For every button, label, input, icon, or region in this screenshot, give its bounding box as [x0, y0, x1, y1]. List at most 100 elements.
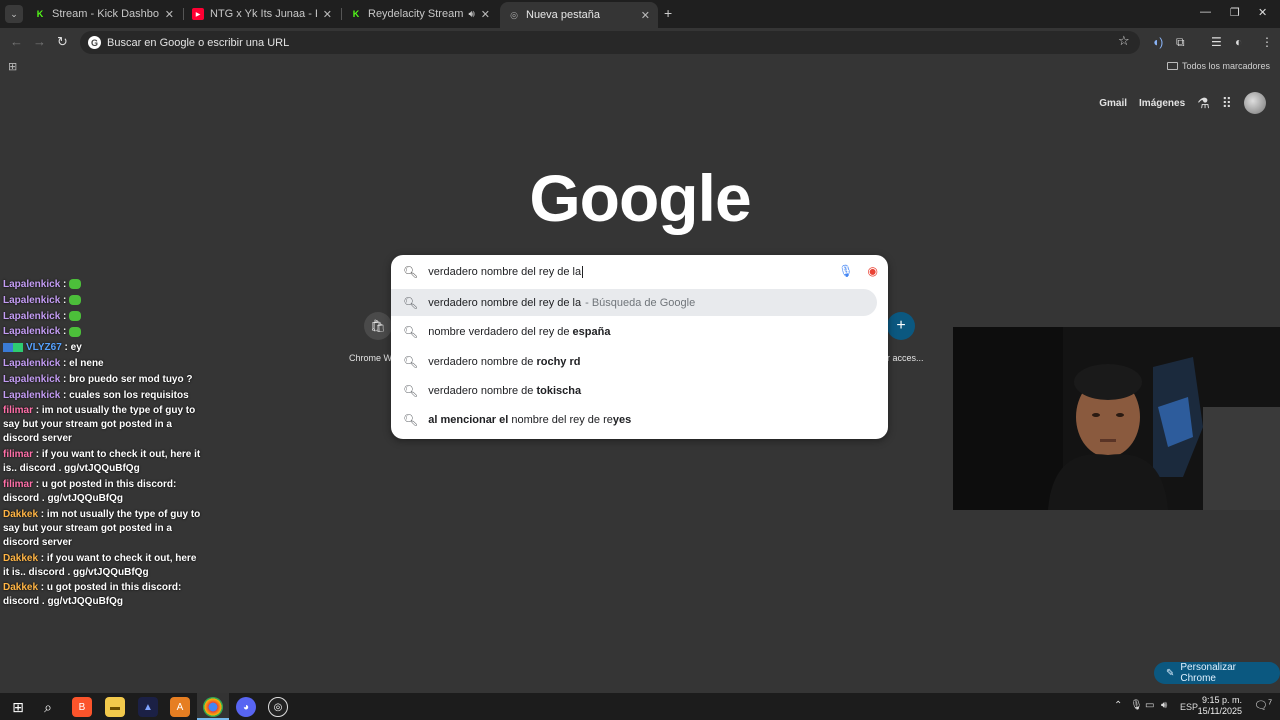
tab-search-icon[interactable]: ⌄	[5, 5, 23, 23]
tab-kick-dashboard[interactable]: K Stream - Kick Dashboard ✕	[26, 2, 182, 26]
google-lens-icon[interactable]: ◉	[868, 264, 878, 278]
customize-chrome-button[interactable]: ✎ Personalizar Chrome	[1154, 662, 1280, 684]
file-explorer-icon[interactable]: ▬	[105, 697, 125, 717]
suggestion-bold: rochy rd	[536, 355, 581, 368]
chat-separator: :	[61, 342, 71, 354]
media-cast-icon[interactable]: ◖)	[1152, 35, 1163, 49]
gmail-link[interactable]: Gmail	[1099, 98, 1127, 109]
tray-chevron-icon[interactable]: ⌃	[1114, 700, 1122, 711]
close-icon[interactable]: ✕	[641, 9, 650, 22]
chat-username[interactable]: filimar	[3, 405, 33, 416]
chat-username[interactable]: Lapalenkick	[3, 295, 60, 306]
chat-message: Lapalenkick : bro puedo ser mod tuyo ?	[3, 373, 201, 387]
window-close-icon[interactable]: ✕	[1258, 6, 1267, 19]
suggestion-bold: españa	[572, 325, 611, 338]
chat-text: el nene	[69, 357, 104, 369]
back-icon[interactable]: ←	[10, 34, 23, 49]
apps-grid-icon[interactable]: ⊞	[8, 60, 17, 73]
forward-icon[interactable]: →	[33, 34, 46, 49]
all-bookmarks-label: Todos los marcadores	[1181, 61, 1270, 71]
suggestion-item[interactable]: 🔍︎ verdadero nombre de rochy rd	[391, 348, 888, 375]
restore-icon[interactable]: ❐	[1230, 6, 1240, 19]
chat-username[interactable]: filimar	[3, 449, 33, 460]
chat-username[interactable]: Dakkek	[3, 509, 38, 520]
avatar[interactable]	[1244, 92, 1266, 114]
network-icon[interactable]: ▭	[1145, 700, 1154, 711]
chat-separator: :	[60, 389, 70, 401]
chat-username[interactable]: Lapalenkick	[3, 358, 60, 369]
kick-icon: K	[36, 9, 44, 19]
tab-title: Nueva pestaña	[526, 9, 600, 21]
tab-reydelacity[interactable]: K Reydelacity Stream - Watch 🔊︎ ✕	[342, 2, 498, 26]
emote-icon	[69, 295, 82, 306]
reading-list-icon[interactable]: ☰	[1211, 35, 1222, 49]
chat-username[interactable]: Dakkek	[3, 553, 38, 564]
search-icon[interactable]: ⌕	[38, 697, 58, 717]
tab-youtube[interactable]: ▶ NTG x Yk Its Junaa - REPEAT / M ✕	[184, 2, 340, 26]
chat-text: bro puedo ser mod tuyo ?	[69, 373, 193, 385]
chat-username[interactable]: filimar	[3, 479, 33, 490]
clock[interactable]: 9:15 p. m. 15/11/2025	[1198, 695, 1242, 717]
notification-icon[interactable]: 🗨︎7	[1254, 699, 1272, 712]
bookmark-star-icon[interactable]: ☆	[1118, 33, 1130, 49]
close-icon[interactable]: ✕	[323, 8, 332, 21]
close-icon[interactable]: ✕	[481, 8, 490, 21]
chat-message: Lapalenkick :	[3, 325, 201, 339]
volume-icon[interactable]: 🔊︎	[1161, 700, 1167, 711]
images-link[interactable]: Imágenes	[1139, 98, 1185, 109]
customize-label: Personalizar Chrome	[1180, 662, 1236, 684]
tab-strip: ⌄ K Stream - Kick Dashboard ✕ ▶ NTG x Yk…	[0, 0, 1280, 28]
extensions-icon[interactable]: ⧉	[1176, 35, 1185, 50]
chat-username[interactable]: Lapalenkick	[3, 279, 60, 290]
search-input[interactable]: 🔍︎ verdadero nombre del rey de la	[391, 255, 888, 289]
suggestion-item[interactable]: 🔍︎ verdadero nombre del rey de la - Búsq…	[391, 289, 877, 316]
chrome-web-store-icon[interactable]: 🛍︎	[364, 312, 392, 340]
obs-icon[interactable]: ◎	[268, 697, 288, 717]
suggestion-item[interactable]: 🔍︎ verdadero nombre de tokischa	[391, 377, 888, 404]
chat-username[interactable]: Lapalenkick	[3, 326, 60, 337]
chat-message: Lapalenkick :	[3, 310, 201, 324]
profile-icon[interactable]: ◐	[1235, 35, 1242, 49]
language-indicator[interactable]: ESP	[1180, 702, 1198, 712]
microphone-icon[interactable]: 🎙︎	[1130, 700, 1143, 711]
reload-icon[interactable]: ↻	[57, 34, 68, 50]
microphone-icon[interactable]: 🎙︎	[838, 264, 853, 278]
stream-chat-overlay: Lapalenkick : Lapalenkick : Lapalenkick …	[3, 278, 201, 611]
app-icon[interactable]: ▲	[138, 697, 158, 717]
chat-username[interactable]: Lapalenkick	[3, 374, 60, 385]
chat-username[interactable]: Dakkek	[3, 582, 38, 593]
app-icon[interactable]: A	[170, 697, 190, 717]
suggestion-bold: yes	[612, 413, 632, 426]
chat-username[interactable]: Lapalenkick	[3, 311, 60, 322]
brave-browser-icon[interactable]: B	[72, 697, 92, 717]
chrome-icon[interactable]	[203, 697, 223, 717]
discord-icon[interactable]: ◕	[236, 697, 256, 717]
omnibox-placeholder: Buscar en Google o escribir una URL	[107, 36, 290, 49]
chrome-icon: ◎	[510, 9, 518, 20]
tab-title: NTG x Yk Its Junaa - REPEAT / M	[210, 8, 317, 20]
new-tab-plus-icon[interactable]: +	[664, 5, 672, 21]
suggestion-item[interactable]: 🔍︎ nombre verdadero del rey de españa	[391, 318, 888, 345]
search-icon: 🔍︎	[403, 295, 419, 310]
pencil-icon: ✎	[1166, 667, 1175, 679]
all-bookmarks-button[interactable]: Todos los marcadores	[1166, 61, 1270, 71]
tab-new-tab[interactable]: ◎ Nueva pestaña ✕	[500, 2, 658, 28]
add-shortcut-icon[interactable]: +	[887, 312, 915, 340]
suggestion-bold: tokischa	[536, 384, 582, 397]
close-icon[interactable]: ✕	[165, 8, 174, 21]
omnibox[interactable]: G Buscar en Google o escribir una URL	[80, 31, 1140, 54]
suggestion-item[interactable]: 🔍︎ al mencionar el nombre del rey de re y…	[391, 406, 888, 433]
menu-icon[interactable]: ⋮	[1261, 35, 1273, 49]
google-apps-icon[interactable]: ⠿	[1222, 95, 1232, 112]
chat-username[interactable]: Lapalenkick	[3, 390, 60, 401]
ntp-header-links: Gmail Imágenes ⚗ ⠿	[1099, 92, 1266, 114]
labs-flask-icon[interactable]: ⚗	[1197, 95, 1210, 112]
chat-separator: :	[38, 552, 47, 564]
chat-username[interactable]: VLYZ67	[26, 342, 62, 353]
chat-message: Dakkek : im not usually the type of guy …	[3, 508, 201, 550]
windows-start-icon[interactable]: ⊞	[8, 697, 28, 717]
minimize-icon[interactable]: —	[1200, 6, 1211, 18]
speaker-icon[interactable]: 🔊︎	[468, 9, 474, 20]
chat-message: Dakkek : u got posted in this discord: d…	[3, 581, 201, 609]
tab-title: Stream - Kick Dashboard	[52, 8, 159, 20]
